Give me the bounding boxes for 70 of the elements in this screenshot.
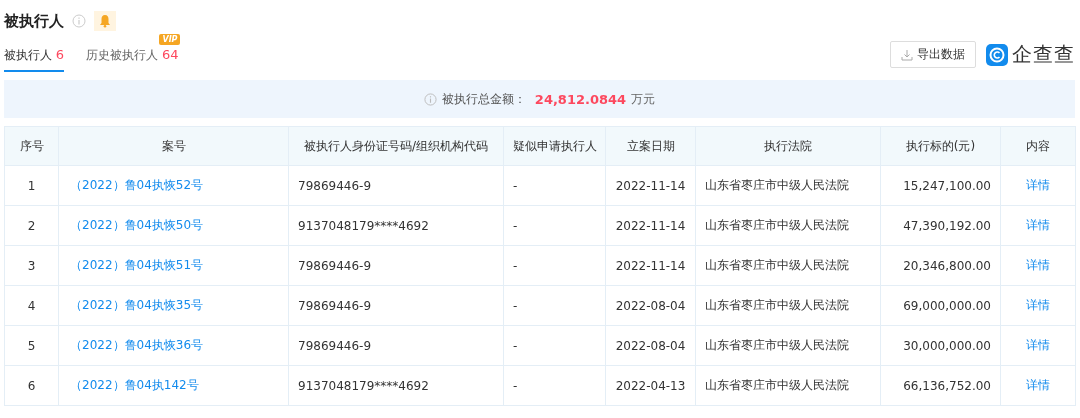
bell-button[interactable]: [94, 11, 116, 31]
column-header: 疑似申请执行人: [503, 126, 606, 166]
table-cell: 2022-11-14: [615, 218, 686, 233]
table-link[interactable]: 详情: [1026, 298, 1050, 312]
table-cell: 3: [27, 258, 36, 273]
table-cell: 69,000,000.00: [903, 298, 991, 313]
table-cell: -: [513, 258, 518, 273]
table-cell: 山东省枣庄市中级人民法院: [705, 178, 849, 192]
summary-unit: 万元: [631, 90, 656, 108]
logo-text: 企查查: [1012, 41, 1075, 68]
column-header: 内容: [1000, 126, 1076, 166]
download-icon: [901, 48, 913, 61]
table-cell: 山东省枣庄市中级人民法院: [705, 258, 849, 272]
bell-icon: [99, 14, 111, 28]
table-cell: 2022-11-14: [615, 258, 686, 273]
table-cell: 79869446-9: [298, 178, 372, 193]
tab[interactable]: 被执行人 6: [4, 47, 65, 72]
table-cell: 9137048179****4692: [298, 378, 429, 393]
table-cell: 30,000,000.00: [903, 338, 991, 353]
info-icon: [423, 92, 437, 106]
table-cell: 1: [27, 178, 36, 193]
table-cell: 5: [27, 338, 36, 353]
table-cell: 2022-04-13: [615, 378, 686, 393]
logo-icon: [986, 43, 1008, 66]
table-cell: 6: [27, 378, 36, 393]
table-cell: 2022-08-04: [615, 338, 686, 353]
table-cell: 9137048179****4692: [298, 218, 429, 233]
table-cell: 山东省枣庄市中级人民法院: [705, 298, 849, 312]
table-link[interactable]: （2022）鲁04执恢50号: [70, 218, 204, 232]
table-link[interactable]: （2022）鲁04执恢52号: [70, 178, 204, 192]
table-link[interactable]: （2022）鲁04执恢35号: [70, 298, 204, 312]
table-cell: -: [513, 378, 518, 393]
column-header: 执行标的(元): [880, 126, 1001, 166]
table-cell: 79869446-9: [298, 258, 372, 273]
table-cell: -: [513, 178, 518, 193]
table-link[interactable]: 详情: [1026, 338, 1050, 352]
table-link[interactable]: 详情: [1026, 178, 1050, 192]
table-cell: 79869446-9: [298, 298, 372, 313]
section-title: 被执行人: [4, 11, 64, 31]
summary-label: 被执行总金额：: [441, 90, 526, 108]
info-icon: [72, 14, 86, 28]
column-header: 执行法院: [695, 126, 881, 166]
table-cell: 20,346,800.00: [903, 258, 991, 273]
table-cell: 4: [27, 298, 36, 313]
table-cell: 15,247,100.00: [903, 178, 991, 193]
table-cell: -: [513, 218, 518, 233]
table-link[interactable]: 详情: [1026, 258, 1050, 272]
table-cell: 2: [27, 218, 36, 233]
table-link[interactable]: 详情: [1026, 378, 1050, 392]
column-header: 被执行人身份证号码/组织机构代码: [288, 126, 504, 166]
table-cell: 79869446-9: [298, 338, 372, 353]
table-cell: 山东省枣庄市中级人民法院: [705, 378, 849, 392]
column-header: 序号: [4, 126, 59, 166]
table-link[interactable]: （2022）鲁04执恢36号: [70, 338, 204, 352]
table-link[interactable]: （2022）鲁04执恢51号: [70, 258, 204, 272]
table-cell: 2022-11-14: [615, 178, 686, 193]
column-header: 案号: [58, 126, 289, 166]
table-cell: 山东省枣庄市中级人民法院: [705, 218, 849, 232]
table-cell: -: [513, 298, 518, 313]
export-button[interactable]: 导出数据: [890, 41, 976, 68]
vip-badge: VIP: [159, 34, 181, 45]
summary-amount: 24,812.0844: [534, 91, 627, 107]
table-cell: 山东省枣庄市中级人民法院: [705, 338, 849, 352]
table-link[interactable]: 详情: [1026, 218, 1050, 232]
table-cell: 47,390,192.00: [903, 218, 991, 233]
column-header: 立案日期: [605, 126, 696, 166]
table-cell: 2022-08-04: [615, 298, 686, 313]
table-cell: -: [513, 338, 518, 353]
table-cell: 66,136,752.00: [903, 378, 991, 393]
table-link[interactable]: （2022）鲁04执142号: [70, 378, 199, 392]
